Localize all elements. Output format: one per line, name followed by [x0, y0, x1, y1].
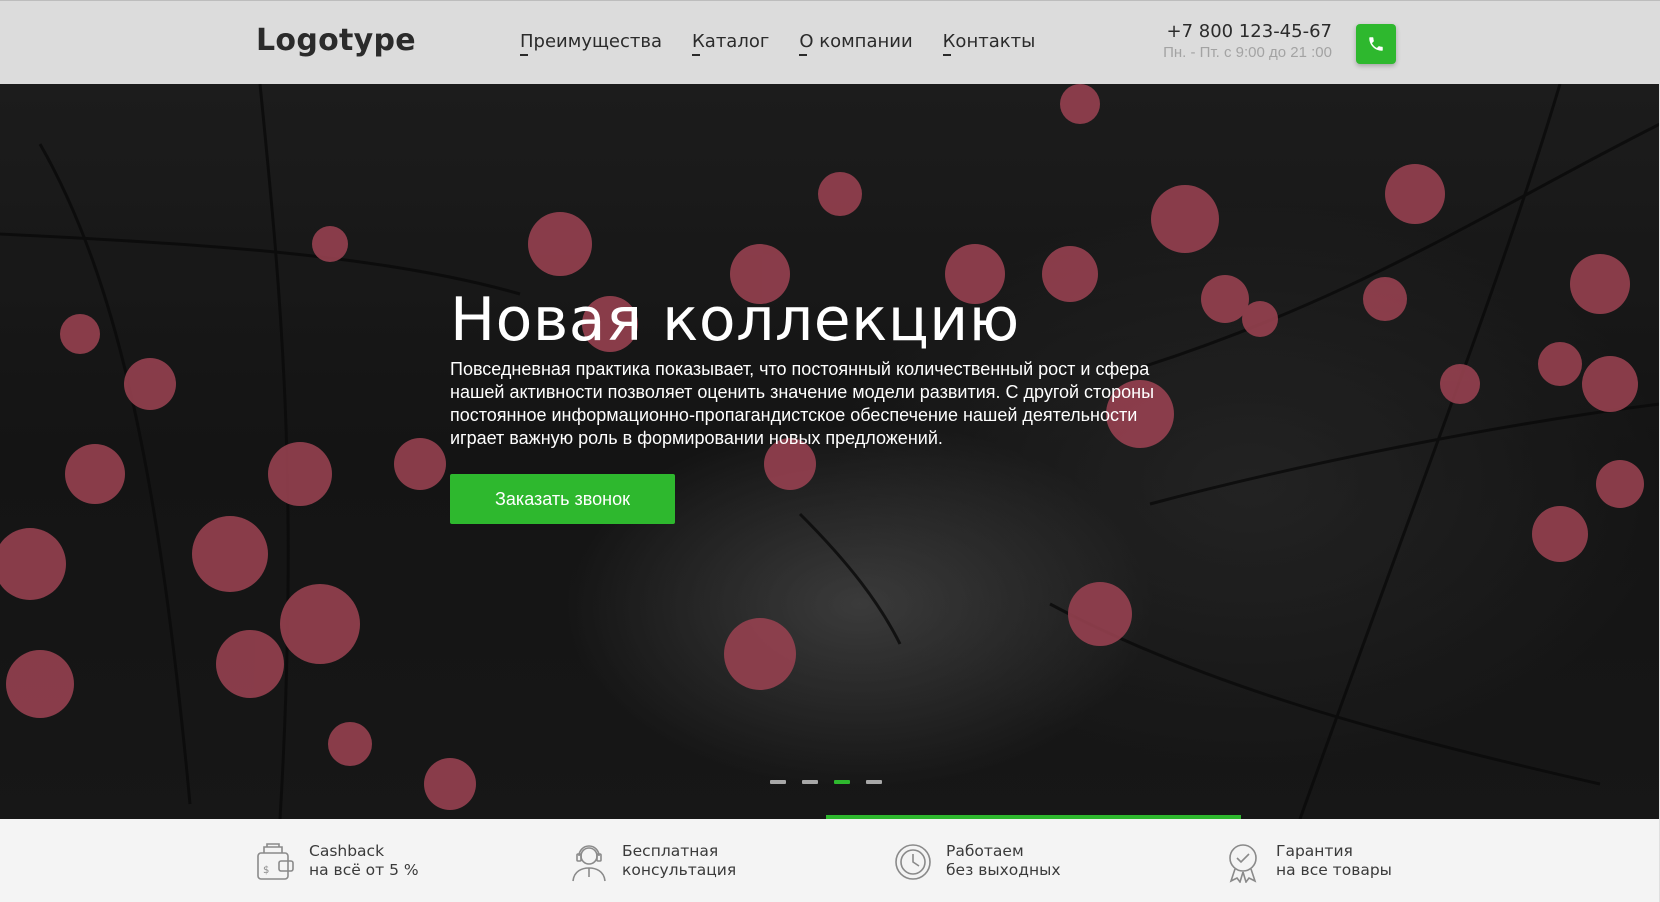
order-call-button[interactable]: Заказать звонок — [450, 474, 675, 524]
call-button[interactable] — [1356, 24, 1396, 64]
feature-title: Работаем — [946, 842, 1024, 860]
badge-check-icon — [1229, 844, 1257, 883]
slider-dot-1[interactable] — [770, 780, 786, 784]
feature-subtitle: на всё от 5 % — [309, 861, 419, 879]
hero-slider: Новая коллекцию Повседневная практика по… — [0, 84, 1660, 819]
feature-title: Бесплатная — [622, 842, 719, 860]
feature-text: Гарантия на все товары — [1276, 842, 1392, 880]
nav-item-about[interactable]: О компании — [799, 31, 913, 56]
slide-progress-bar — [826, 815, 1241, 819]
nav-item-contacts[interactable]: Контакты — [942, 31, 1035, 56]
feature-consultation: Бесплатная консультация — [568, 842, 736, 883]
hero-title: Новая коллекцию — [450, 285, 1020, 355]
feature-text: Cashback на всё от 5 % — [309, 842, 419, 880]
nav-item-catalog[interactable]: Каталог — [692, 31, 769, 56]
slider-dot-4[interactable] — [866, 780, 882, 784]
main-nav: Преимущества Каталог О компании Контакты — [520, 31, 1035, 56]
logo[interactable]: Logotype — [256, 23, 416, 58]
support-agent-icon — [572, 845, 606, 882]
hero-content: Новая коллекцию Повседневная практика по… — [450, 284, 1190, 524]
feature-subtitle: без выходных — [946, 861, 1061, 879]
features-bar — [0, 819, 1660, 902]
slider-dot-2[interactable] — [802, 780, 818, 784]
slider-dot-3[interactable] — [834, 780, 850, 784]
wallet-icon: $ — [257, 843, 294, 880]
feature-guarantee: Гарантия на все товары — [1222, 842, 1392, 883]
phone-number[interactable]: +7 800 123-45-67 — [1163, 21, 1333, 43]
feature-text: Бесплатная консультация — [622, 842, 736, 880]
svg-text:$: $ — [263, 865, 269, 876]
page: Logotype Преимущества Каталог О компании… — [0, 0, 1660, 902]
work-hours: Пн. - Пт. с 9:00 до 21 :00 — [1163, 44, 1332, 61]
feature-text: Работаем без выходных — [946, 842, 1061, 880]
phone-icon — [1369, 37, 1383, 51]
feature-subtitle: на все товары — [1276, 861, 1392, 879]
hero-description: Повседневная практика показывает, что по… — [450, 359, 1155, 448]
feature-cashback: $ Cashback на всё от 5 % — [255, 842, 419, 883]
feature-title: Гарантия — [1276, 842, 1353, 860]
feature-schedule: Работаем без выходных — [892, 842, 1061, 883]
nav-item-advantages[interactable]: Преимущества — [520, 31, 662, 56]
contact-block: +7 800 123-45-67 Пн. - Пт. с 9:00 до 21 … — [1163, 21, 1332, 63]
clock-icon — [895, 844, 931, 880]
feature-title: Cashback — [309, 842, 385, 860]
slider-pagination — [770, 780, 882, 784]
feature-subtitle: консультация — [622, 861, 737, 879]
site-header: Logotype Преимущества Каталог О компании… — [0, 0, 1660, 84]
